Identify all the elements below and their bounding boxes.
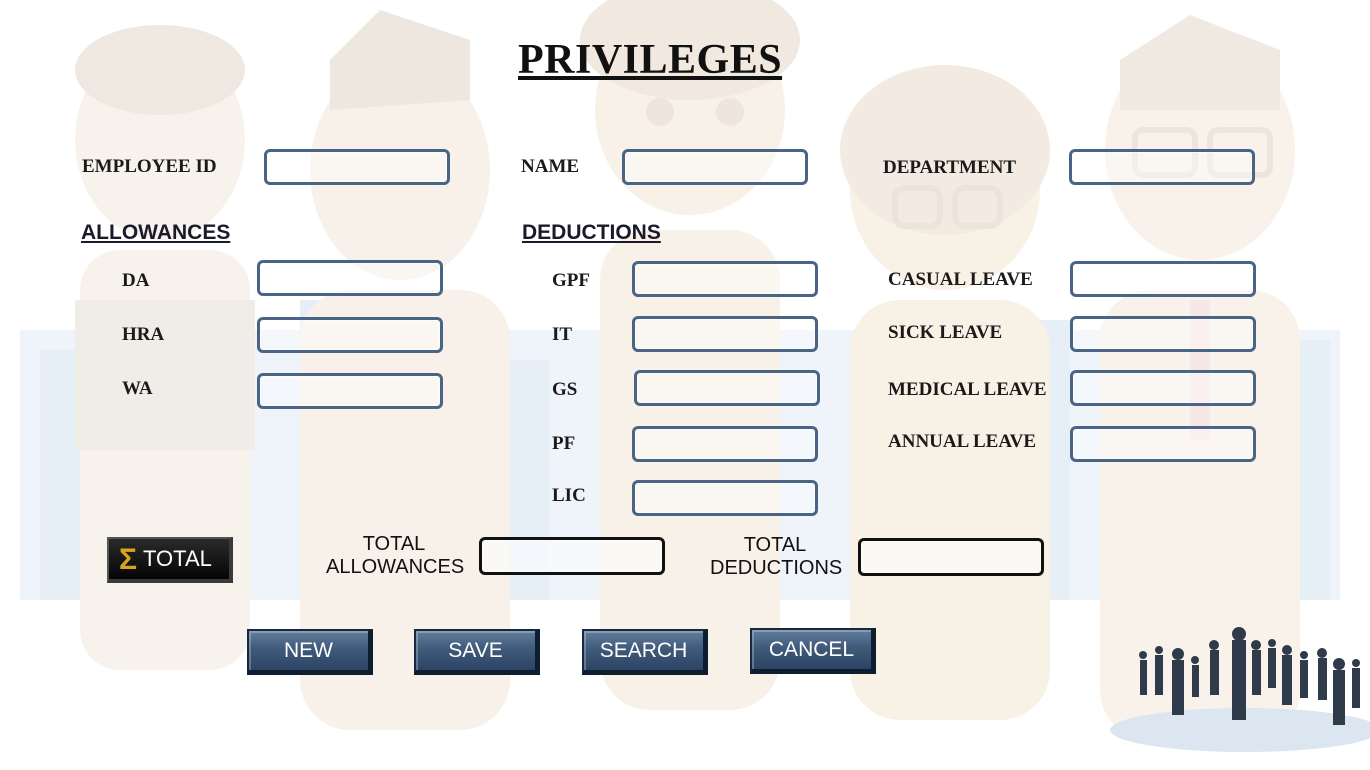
total-deductions-label-line1: TOTAL: [743, 534, 807, 556]
total-allowances-field[interactable]: [479, 537, 665, 575]
gs-input[interactable]: [637, 373, 817, 403]
cancel-button[interactable]: CANCEL: [750, 628, 876, 674]
new-button[interactable]: NEW: [247, 629, 373, 675]
sigma-icon: Σ: [119, 543, 138, 576]
employee-id-input[interactable]: [267, 152, 447, 182]
total-deductions-label-line2: DEDUCTIONS: [710, 557, 843, 579]
total-button[interactable]: Σ TOTAL: [107, 537, 233, 583]
gpf-label: GPF: [552, 270, 590, 291]
casual-leave-field[interactable]: [1070, 261, 1256, 297]
hra-field[interactable]: [257, 317, 443, 353]
annual-leave-label: ANNUAL LEAVE: [888, 431, 1036, 452]
it-field[interactable]: [632, 316, 818, 352]
casual-leave-input[interactable]: [1073, 264, 1253, 294]
sick-leave-label: SICK LEAVE: [888, 322, 1003, 343]
wa-input[interactable]: [260, 376, 440, 406]
department-label: DEPARTMENT: [883, 157, 1017, 178]
da-label: DA: [122, 270, 150, 291]
pf-input[interactable]: [635, 429, 815, 459]
wa-label: WA: [122, 378, 153, 399]
lic-input[interactable]: [635, 483, 815, 513]
medical-leave-field[interactable]: [1070, 370, 1256, 406]
gs-label: GS: [552, 379, 578, 400]
total-deductions-input[interactable]: [861, 541, 1041, 573]
it-label: IT: [552, 324, 573, 345]
department-input[interactable]: [1072, 152, 1252, 182]
allowances-heading: ALLOWANCES: [81, 221, 231, 244]
sick-leave-input[interactable]: [1073, 319, 1253, 349]
employee-id-field[interactable]: [264, 149, 450, 185]
medical-leave-label: MEDICAL LEAVE: [888, 379, 1047, 400]
medical-leave-input[interactable]: [1073, 373, 1253, 403]
name-input[interactable]: [625, 152, 805, 182]
casual-leave-label: CASUAL LEAVE: [888, 269, 1033, 290]
lic-label: LIC: [552, 485, 586, 506]
name-field[interactable]: [622, 149, 808, 185]
page-title: PRIVILEGES: [518, 37, 783, 83]
save-button[interactable]: SAVE: [414, 629, 540, 675]
it-input[interactable]: [635, 319, 815, 349]
gs-field[interactable]: [634, 370, 820, 406]
department-field[interactable]: [1069, 149, 1255, 185]
total-allowances-label-line2: ALLOWANCES: [326, 556, 465, 578]
wa-field[interactable]: [257, 373, 443, 409]
search-button[interactable]: SEARCH: [582, 629, 708, 675]
pf-label: PF: [552, 433, 576, 454]
gpf-field[interactable]: [632, 261, 818, 297]
total-deductions-field[interactable]: [858, 538, 1044, 576]
deductions-heading: DEDUCTIONS: [522, 221, 661, 244]
annual-leave-input[interactable]: [1073, 429, 1253, 459]
pf-field[interactable]: [632, 426, 818, 462]
hra-label: HRA: [122, 324, 165, 345]
total-allowances-label: TOTAL ALLOWANCES: [326, 533, 465, 579]
da-input[interactable]: [260, 263, 440, 293]
total-allowances-input[interactable]: [482, 540, 662, 572]
lic-field[interactable]: [632, 480, 818, 516]
da-field[interactable]: [257, 260, 443, 296]
gpf-input[interactable]: [635, 264, 815, 294]
hra-input[interactable]: [260, 320, 440, 350]
total-allowances-label-line1: TOTAL: [362, 533, 426, 555]
employee-id-label: EMPLOYEE ID: [82, 156, 217, 177]
annual-leave-field[interactable]: [1070, 426, 1256, 462]
name-label: NAME: [521, 156, 580, 177]
total-button-label: TOTAL: [143, 546, 212, 571]
sick-leave-field[interactable]: [1070, 316, 1256, 352]
total-deductions-label: TOTAL DEDUCTIONS: [710, 534, 843, 580]
